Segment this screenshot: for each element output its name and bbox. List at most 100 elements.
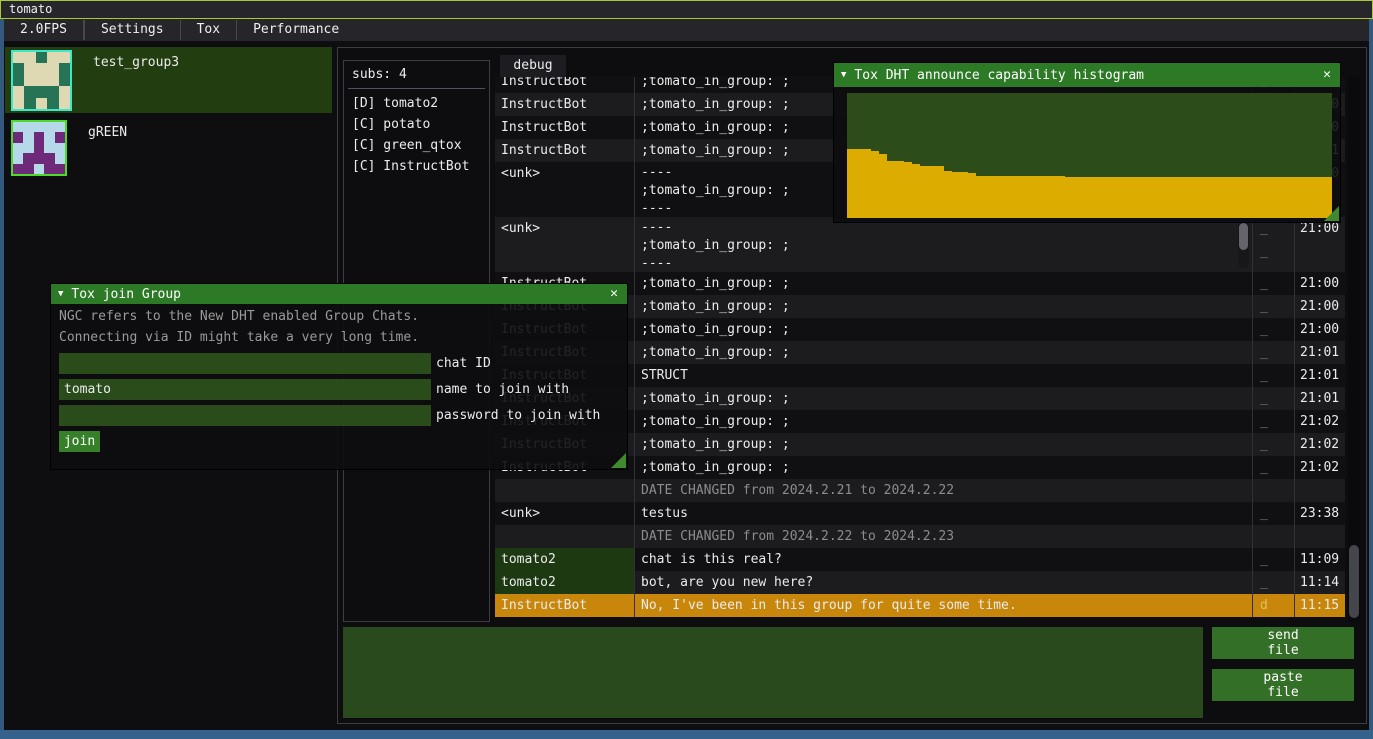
window-border-left bbox=[0, 19, 4, 739]
join-button[interactable]: join bbox=[59, 431, 100, 452]
message-row[interactable]: <unk>---- ;tomato_in_group: ; ----_ _21:… bbox=[495, 217, 1345, 272]
message-time: 21:02 bbox=[1295, 433, 1345, 456]
histogram-bar bbox=[1049, 176, 1057, 219]
resize-grip[interactable] bbox=[611, 453, 626, 468]
menu-bar: 2.0FPS SettingsToxPerformance bbox=[4, 19, 1369, 41]
group-list-item-gREEN[interactable]: gREEN bbox=[5, 117, 332, 171]
histogram-bar bbox=[1146, 177, 1154, 218]
close-icon[interactable]: ✕ bbox=[1318, 63, 1336, 87]
message-time bbox=[1295, 479, 1345, 502]
avatar-cell bbox=[34, 132, 44, 142]
group-name: gREEN bbox=[88, 125, 127, 171]
fps-counter: 2.0FPS bbox=[4, 19, 83, 41]
message-text: ;tomato_in_group: ; bbox=[635, 341, 1253, 364]
avatar-cell bbox=[47, 86, 58, 97]
avatar-cell bbox=[59, 63, 70, 74]
avatar-cell bbox=[34, 153, 44, 163]
collapse-icon[interactable]: ▼ bbox=[841, 70, 846, 80]
resize-grip[interactable] bbox=[1324, 206, 1339, 221]
message-sender: InstructBot bbox=[495, 77, 635, 93]
histogram-bar bbox=[960, 172, 968, 218]
os-titlebar[interactable]: tomato bbox=[0, 0, 1373, 19]
histogram-bar bbox=[920, 166, 928, 219]
password-to-join-with-input[interactable] bbox=[59, 405, 431, 426]
histogram-bar bbox=[944, 171, 952, 219]
message-row[interactable]: InstructBotNo, I've been in this group f… bbox=[495, 594, 1345, 617]
histogram-bar bbox=[984, 176, 992, 219]
name-to-join-with-input[interactable] bbox=[59, 379, 431, 400]
histogram-bar bbox=[1307, 177, 1315, 218]
menu-item-performance[interactable]: Performance bbox=[237, 19, 355, 41]
chat-scrollbar-thumb[interactable] bbox=[1349, 545, 1359, 618]
group-list-item-test_group3[interactable]: test_group3 bbox=[5, 47, 332, 113]
date-changed-text: DATE CHANGED from 2024.2.21 to 2024.2.22 bbox=[635, 479, 1253, 502]
menu-item-settings[interactable]: Settings bbox=[85, 19, 180, 41]
paste-file-button[interactable]: paste file bbox=[1212, 669, 1354, 701]
avatar-cell bbox=[13, 63, 24, 74]
histogram-bar bbox=[1202, 177, 1210, 218]
description-line: Connecting via ID might take a very long… bbox=[59, 327, 627, 348]
close-icon[interactable]: ✕ bbox=[605, 284, 623, 304]
avatar-cell bbox=[13, 75, 24, 86]
avatar-cell bbox=[24, 52, 35, 63]
message-flags: _ _ bbox=[1253, 502, 1295, 525]
message-text: ;tomato_in_group: ; bbox=[635, 456, 1253, 479]
message-input[interactable] bbox=[343, 627, 1203, 718]
histogram-bar bbox=[879, 154, 887, 218]
send-file-button[interactable]: send file bbox=[1212, 627, 1354, 659]
message-sender: InstructBot bbox=[495, 594, 635, 617]
member-item-green_qtox[interactable]: [C] green_qtox bbox=[344, 135, 489, 156]
message-row[interactable]: tomato2bot, are you new here?_ _11:14 bbox=[495, 571, 1345, 594]
message-flags: _ _ bbox=[1253, 217, 1295, 272]
message-time: 23:38 bbox=[1295, 502, 1345, 525]
join-window-title: Tox join Group bbox=[71, 287, 181, 302]
message-text: No, I've been in this group for quite so… bbox=[635, 594, 1253, 617]
message-time: 21:01 bbox=[1295, 387, 1345, 410]
histogram-bar bbox=[1081, 177, 1089, 218]
histogram-window-titlebar[interactable]: ▼ Tox DHT announce capability histogram … bbox=[834, 63, 1340, 87]
message-flags: _ _ bbox=[1253, 410, 1295, 433]
histogram-bar bbox=[1186, 177, 1194, 218]
message-scrollbar-thumb[interactable] bbox=[1239, 223, 1248, 250]
histogram-bar bbox=[863, 149, 871, 218]
avatar-cell bbox=[13, 132, 23, 142]
message-row[interactable]: <unk>testus_ _23:38 bbox=[495, 502, 1345, 525]
message-flags: _ _ bbox=[1253, 364, 1295, 387]
histogram-bar bbox=[847, 149, 855, 218]
message-row[interactable]: tomato2chat is this real?_ _11:09 bbox=[495, 548, 1345, 571]
menu-item-tox[interactable]: Tox bbox=[181, 19, 236, 41]
dht-histogram-window: ▼ Tox DHT announce capability histogram … bbox=[833, 62, 1341, 223]
message-sender: tomato2 bbox=[495, 548, 635, 571]
message-time: 11:09 bbox=[1295, 548, 1345, 571]
histogram-bar bbox=[968, 173, 976, 218]
message-row[interactable]: DATE CHANGED from 2024.2.22 to 2024.2.23 bbox=[495, 525, 1345, 548]
member-item-InstructBot[interactable]: [C] InstructBot bbox=[344, 156, 489, 177]
join-window-titlebar[interactable]: ▼ Tox join Group ✕ bbox=[51, 284, 627, 304]
member-item-potato[interactable]: [C] potato bbox=[344, 114, 489, 135]
message-time bbox=[1295, 525, 1345, 548]
avatar-cell bbox=[59, 75, 70, 86]
message-flags: _ _ bbox=[1253, 571, 1295, 594]
histogram-bar bbox=[1041, 176, 1049, 219]
message-flags: d _ bbox=[1253, 594, 1295, 617]
member-item-tomato2[interactable]: [D] tomato2 bbox=[344, 93, 489, 114]
avatar-cell bbox=[24, 86, 35, 97]
tab-debug[interactable]: debug bbox=[500, 55, 566, 77]
message-time: 21:01 bbox=[1295, 364, 1345, 387]
description-line: NGC refers to the New DHT enabled Group … bbox=[59, 306, 627, 327]
collapse-icon[interactable]: ▼ bbox=[58, 289, 63, 299]
histogram-bar bbox=[1057, 176, 1065, 219]
avatar-cell bbox=[23, 153, 33, 163]
message-row[interactable]: DATE CHANGED from 2024.2.21 to 2024.2.22 bbox=[495, 479, 1345, 502]
histogram-bar bbox=[1227, 177, 1235, 218]
chat-scrollbar[interactable] bbox=[1348, 77, 1360, 622]
histogram-bar bbox=[1170, 177, 1178, 218]
avatar-cell bbox=[36, 98, 47, 109]
message-scrollbar[interactable] bbox=[1238, 222, 1249, 268]
group-avatar bbox=[11, 120, 67, 176]
group-avatar bbox=[11, 50, 72, 111]
message-text: ;tomato_in_group: ; bbox=[635, 318, 1253, 341]
avatar-cell bbox=[13, 98, 24, 109]
chat-ID-input[interactable] bbox=[59, 353, 431, 374]
avatar-cell bbox=[36, 52, 47, 63]
